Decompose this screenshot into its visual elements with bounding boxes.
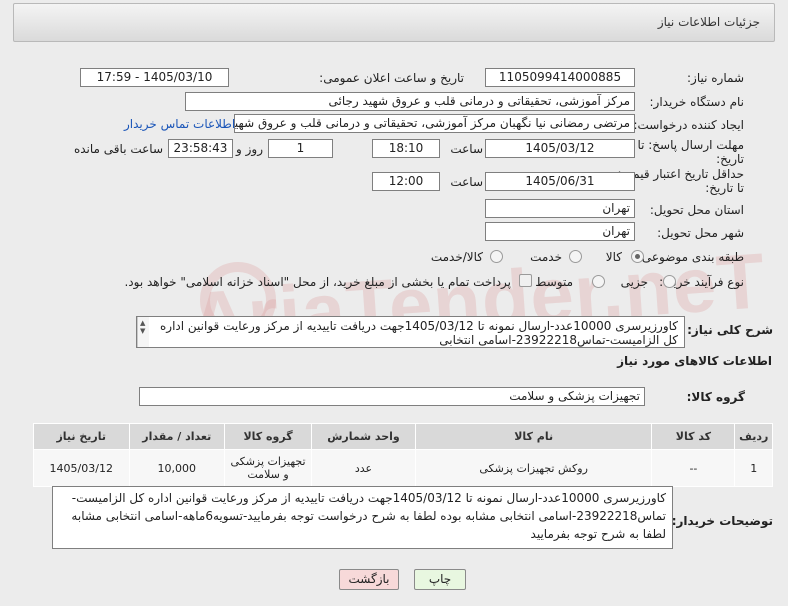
announce-field[interactable]: 1405/03/10 - 17:59 [80, 68, 229, 87]
buyer-notes-textarea[interactable]: کاورزیرسری 10000عدد-ارسال نمونه تا 1405/… [52, 486, 673, 549]
reply-deadline-label: مهلت ارسال پاسخ: تا [637, 138, 744, 152]
purchase-option-medium: متوسط [535, 275, 573, 289]
description-label: شرح کلی نیاز: [687, 323, 773, 337]
reply-date-field[interactable]: 1405/03/12 [485, 139, 635, 158]
category-radio-goods[interactable] [631, 250, 644, 263]
need-number-label: شماره نیاز: [687, 71, 744, 85]
description-text: کاورزیرسری 10000عدد-ارسال نمونه تا 1405/… [160, 319, 678, 347]
cell-qty: 10,000 [128, 449, 225, 487]
cell-date: 1405/03/12 [33, 449, 130, 487]
purchase-radio-medium[interactable] [592, 275, 605, 288]
description-textarea[interactable]: کاورزیرسری 10000عدد-ارسال نمونه تا 1405/… [136, 316, 685, 348]
city-label: شهر محل تحویل: [657, 226, 744, 240]
goods-table-header: ردیف کد کالا نام کالا واحد شمارش گروه کا… [33, 423, 773, 450]
goods-table: ردیف کد کالا نام کالا واحد شمارش گروه کا… [33, 423, 773, 487]
validity-time-label: ساعت [450, 175, 483, 189]
creator-label: ایجاد کننده درخواست: [633, 118, 744, 132]
days-label: روز و [236, 142, 263, 156]
reply-time-field[interactable]: 18:10 [372, 139, 440, 158]
col-group-header: گروه کالا [223, 423, 313, 450]
buyer-org-label: نام دستگاه خریدار: [649, 95, 745, 109]
price-validity-label-date: تا تاریخ: [705, 181, 744, 195]
col-qty-header: تعداد / مقدار [128, 423, 225, 450]
category-label: طبقه بندی موضوعی: [637, 250, 744, 264]
purchase-radio-minor[interactable] [663, 275, 676, 288]
category-radio-both[interactable] [490, 250, 503, 263]
purchase-option-minor: جزیی [620, 275, 648, 289]
province-label: استان محل تحویل: [649, 203, 744, 217]
buyer-org-field[interactable]: مرکز آموزشی، تحقیقاتی و درمانی قلب و عرو… [185, 92, 635, 111]
validity-time-field[interactable]: 12:00 [372, 172, 440, 191]
col-code-header: کد کالا [651, 423, 736, 450]
buyer-contact-link[interactable]: اطلاعات تماس خریدار [124, 117, 235, 131]
remaining-time-field[interactable]: 23:58:43 [168, 139, 233, 158]
treasury-payment-checkbox[interactable] [519, 274, 532, 287]
cell-group: تجهیزات پزشکی و سلامت [223, 449, 313, 487]
col-date-header: تاریخ نیاز [33, 423, 130, 450]
announce-label: تاریخ و ساعت اعلان عمومی: [319, 71, 464, 85]
city-field[interactable]: تهران [485, 222, 635, 241]
cell-code: -- [651, 449, 736, 487]
validity-date-field[interactable]: 1405/06/31 [485, 172, 635, 191]
table-row[interactable]: 1 -- روکش تجهیزات پزشکی عدد تجهیزات پزشک… [33, 449, 773, 487]
category-option-goods: کالا [605, 250, 622, 264]
scroll-up-icon[interactable]: ▲ [140, 319, 145, 327]
category-option-service: خدمت [530, 250, 562, 264]
province-field[interactable]: تهران [485, 199, 635, 218]
col-row-header: ردیف [734, 423, 773, 450]
cell-row: 1 [734, 449, 773, 487]
creator-field[interactable]: مرتضی رمضانی نیا نگهبان مرکز آموزشی، تحق… [234, 114, 635, 133]
buyer-notes-label: توضیحات خریدار: [671, 514, 773, 528]
reply-deadline-label-date: تاریخ: [716, 152, 744, 166]
price-validity-label: حداقل تاریخ اعتبار قیمت: [617, 167, 744, 181]
cell-name: روکش تجهیزات پزشکی [414, 449, 653, 487]
goods-group-label: گروه کالا: [686, 390, 745, 404]
print-button[interactable]: چاپ [414, 569, 466, 590]
category-option-both: کالا/خدمت [430, 250, 483, 264]
need-number-field[interactable]: 1105099414000885 [485, 68, 635, 87]
goods-group-field[interactable]: تجهیزات پزشکی و سلامت [139, 387, 645, 406]
treasury-payment-note: پرداخت تمام یا بخشی از مبلغ خرید، از محل… [124, 275, 511, 289]
header-panel: جزئیات اطلاعات نیاز [13, 3, 775, 42]
col-unit-header: واحد شمارش [311, 423, 416, 450]
page-title: جزئیات اطلاعات نیاز [657, 15, 760, 29]
days-count-field[interactable]: 1 [268, 139, 333, 158]
scroll-down-icon[interactable]: ▼ [140, 327, 145, 335]
category-radio-service[interactable] [569, 250, 582, 263]
remaining-label: ساعت باقی مانده [73, 142, 163, 156]
col-name-header: نام کالا [414, 423, 653, 450]
back-button[interactable]: بازگشت [339, 569, 399, 590]
goods-section-title: اطلاعات کالاهای مورد نیاز [617, 354, 772, 368]
reply-time-label: ساعت [450, 142, 483, 156]
buyer-notes-text: کاورزیرسری 10000عدد-ارسال نمونه تا 1405/… [71, 491, 666, 541]
description-scrollbar[interactable]: ▲ ▼ [137, 317, 149, 347]
cell-unit: عدد [311, 449, 416, 487]
